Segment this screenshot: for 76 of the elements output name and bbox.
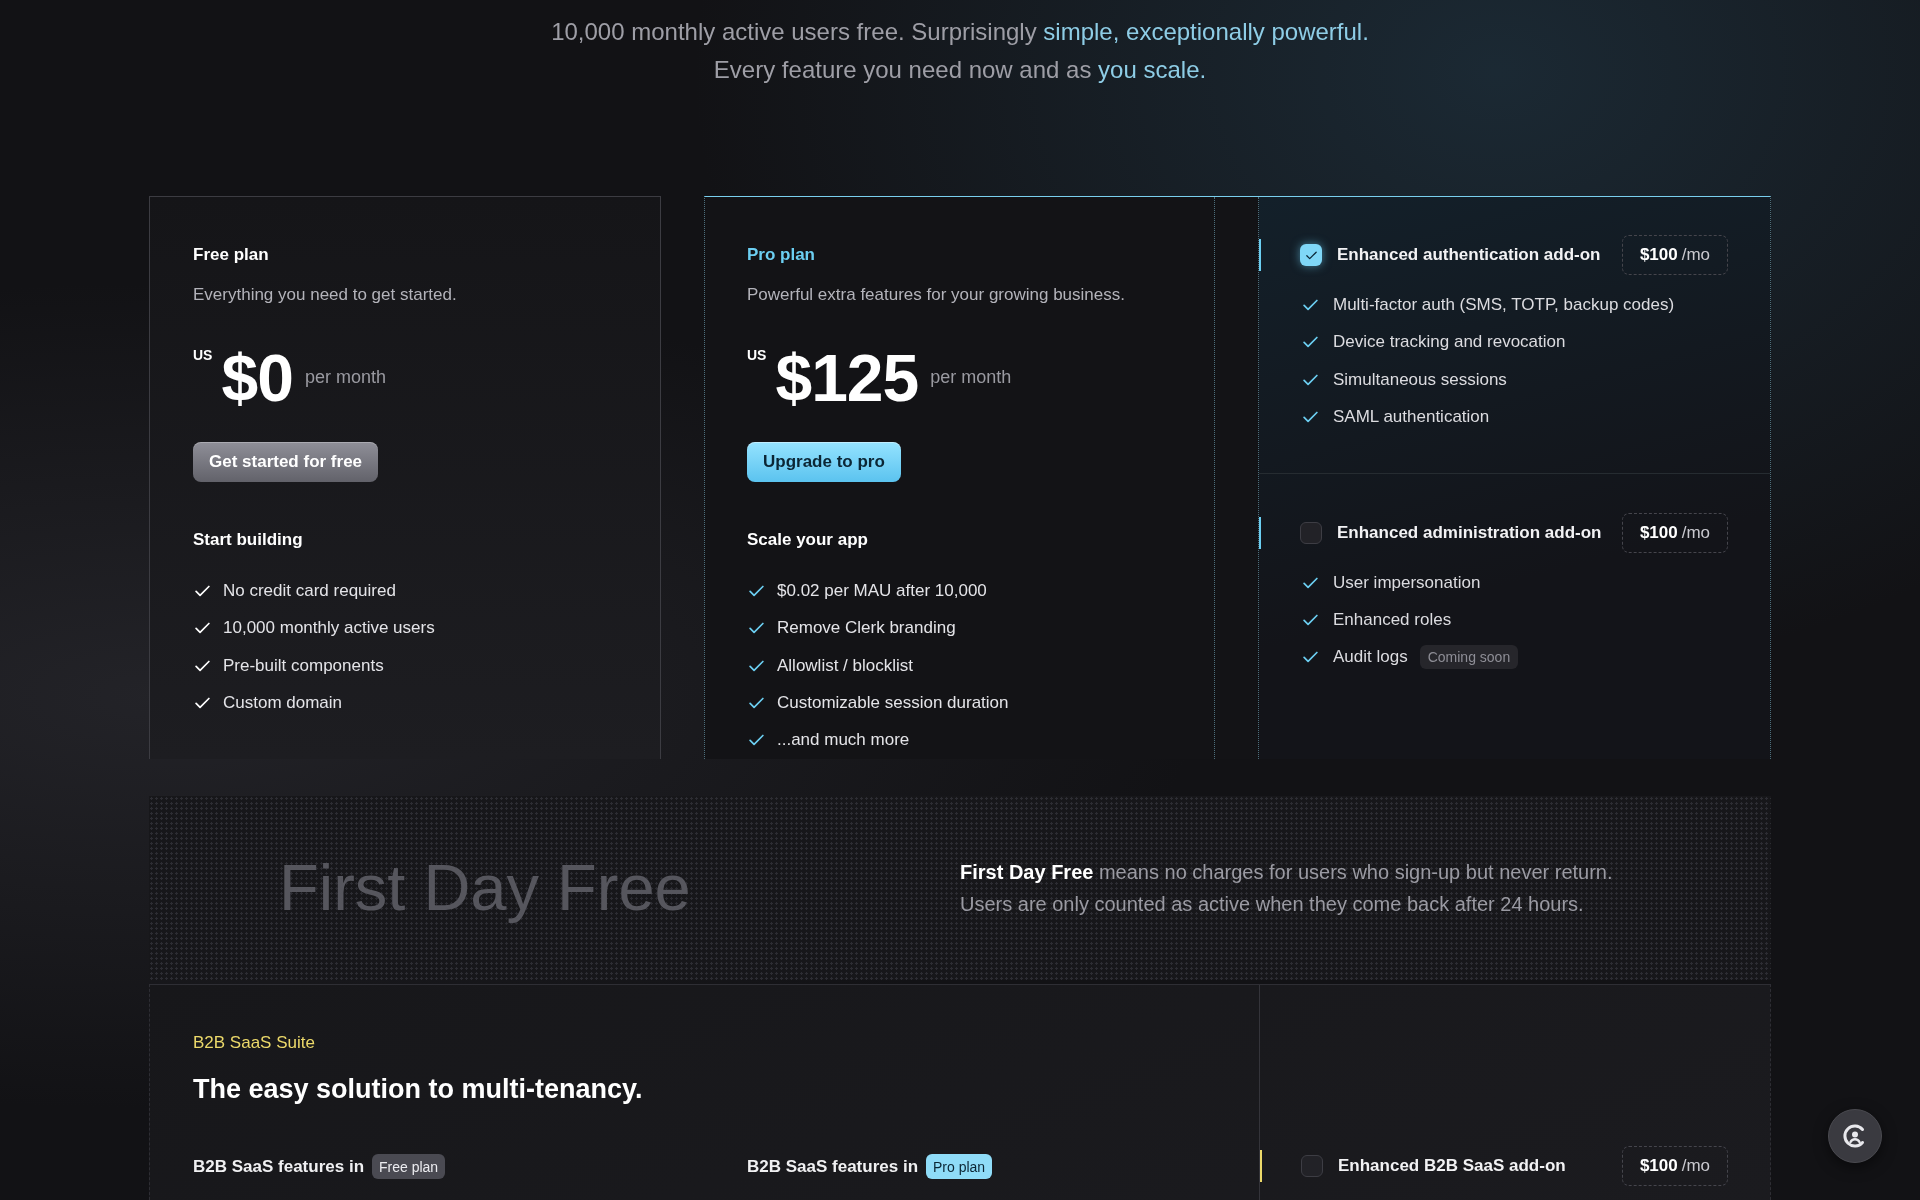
- price-amount: $125: [775, 345, 919, 411]
- check-icon: [1303, 410, 1318, 423]
- feature-text: Allowlist / blocklist: [777, 655, 914, 676]
- status-badge: Coming soon: [1419, 645, 1519, 670]
- feature-text: $0.02 per MAU after 10,000: [777, 581, 987, 601]
- info-text: First Day Free means no charges for users who sign-up but never return.: [960, 860, 1614, 885]
- plan-description: Powerful extra features for your growing business.: [747, 285, 1126, 305]
- check-icon: [1303, 576, 1318, 589]
- price-amount: $0: [221, 345, 293, 411]
- logo-icon: [1843, 1124, 1867, 1148]
- check-icon: [195, 696, 210, 709]
- addon-title: Enhanced administration add-on: [1337, 522, 1603, 543]
- price-unit: /mo: [1681, 1156, 1711, 1176]
- feature-text: 10,000 monthly active users: [223, 618, 435, 639]
- feature-text: Enhanced roles: [1333, 610, 1452, 631]
- check-icon: [749, 585, 764, 597]
- feature-text: Multi-factor auth (SMS, TOTP, backup codes): [1333, 295, 1675, 315]
- feature-text: User impersonation: [1333, 572, 1481, 593]
- accent-bar: [1259, 516, 1261, 549]
- upgrade-button[interactable]: Upgrade to pro: [747, 442, 901, 482]
- feature-group-label: B2B SaaS features in: [747, 1156, 918, 1177]
- feature-text: Device tracking and revocation: [1333, 332, 1566, 353]
- check-icon: [749, 734, 764, 747]
- accent-bar: [1260, 1150, 1262, 1182]
- features-heading: Start building: [193, 530, 304, 550]
- price-period: per month: [304, 367, 386, 387]
- addon-title: Enhanced B2B SaaS add-on: [1338, 1156, 1567, 1176]
- section-heading: The easy solution to multi-tenancy.: [193, 1073, 644, 1105]
- check-icon: [1303, 373, 1318, 386]
- plan-name: Pro plan: [747, 245, 816, 265]
- feature-text: Custom domain: [223, 692, 343, 713]
- feature-text: Remove Clerk branding: [777, 618, 956, 639]
- feature-text: Simultaneous sessions: [1333, 369, 1507, 390]
- check-icon: [749, 622, 764, 635]
- intro-text: 10,000 monthly active users free. Surprisingly simple, exceptionally powerful.: [551, 17, 1369, 47]
- check-icon: [1303, 651, 1318, 664]
- check-icon: [195, 659, 210, 672]
- check-icon: [195, 585, 210, 597]
- check-icon: [1303, 614, 1318, 627]
- price-unit: /mo: [1681, 245, 1711, 265]
- currency-label: US: [193, 347, 213, 363]
- check-icon: [1303, 299, 1318, 311]
- feature-text: SAML authentication: [1333, 406, 1490, 427]
- accent-bar: [1259, 239, 1261, 271]
- checkbox[interactable]: [1301, 1155, 1323, 1177]
- check-icon: [1305, 250, 1317, 260]
- check-icon: [749, 696, 764, 709]
- currency-label: US: [747, 347, 767, 363]
- price-period: per month: [930, 367, 1012, 387]
- section-eyebrow: B2B SaaS Suite: [193, 1033, 316, 1053]
- check-icon: [1303, 336, 1318, 349]
- features-heading: Scale your app: [747, 530, 869, 550]
- feature-text: No credit card required: [223, 581, 396, 601]
- feature-text: Customizable session duration: [777, 692, 1009, 713]
- info-text: Users are only counted as active when they come back after 24 hours.: [960, 892, 1585, 917]
- price-unit: /mo: [1681, 522, 1711, 543]
- price-amount: $100: [1639, 245, 1678, 265]
- addon-title: Enhanced authentication add-on: [1337, 245, 1602, 265]
- floating-button[interactable]: [1828, 1109, 1882, 1163]
- feature-group-label: B2B SaaS features in: [193, 1156, 364, 1177]
- plan-description: Everything you need to get started.: [193, 285, 458, 305]
- feature-text: Audit logs: [1333, 647, 1408, 668]
- plan-name: Free plan: [193, 245, 270, 265]
- price-amount: $100: [1639, 1156, 1678, 1176]
- check-icon: [749, 659, 764, 672]
- dotted-heading: First Day Free: [279, 851, 691, 924]
- plan-badge: Free plan: [372, 1154, 446, 1179]
- checkbox[interactable]: [1300, 521, 1322, 544]
- check-icon: [195, 622, 210, 635]
- feature-text: Pre-built components: [223, 655, 384, 676]
- intro-text: Every feature you need now and as you scale.: [713, 55, 1207, 85]
- get-started-button[interactable]: Get started for free: [193, 442, 379, 482]
- plan-badge: Pro plan: [926, 1154, 993, 1179]
- feature-text: ...and much more: [777, 730, 910, 751]
- checkbox[interactable]: [1300, 244, 1322, 266]
- price-amount: $100: [1639, 522, 1678, 543]
